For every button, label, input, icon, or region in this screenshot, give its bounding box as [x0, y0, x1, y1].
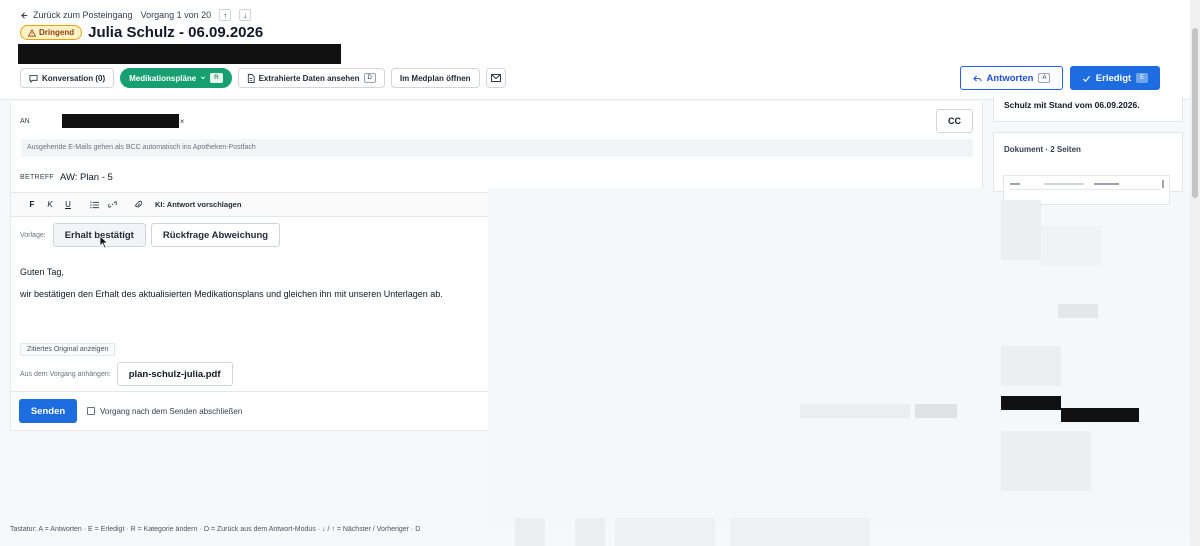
- reply-icon: [972, 74, 982, 83]
- shortcut-e-hint: E: [1136, 73, 1149, 83]
- reply-button[interactable]: Antworten A: [960, 66, 1063, 90]
- summary-card: Schulz mit Stand vom 06.09.2026.: [993, 96, 1183, 122]
- urgent-badge: Dringend: [20, 25, 83, 40]
- conversation-button[interactable]: Konversation (0): [20, 68, 115, 88]
- redacted-block: [1061, 408, 1139, 422]
- case-counter: Vorgang 1 von 20: [140, 10, 212, 20]
- keyboard-shortcuts-hint: Tastatur: A = Antworten · E = Erledigt ·…: [10, 526, 421, 533]
- document-icon: [247, 73, 255, 83]
- attach-label: Aus dem Vorgang anhängen:: [20, 370, 111, 378]
- pixelated-block: [1058, 304, 1098, 318]
- paperclip-icon[interactable]: [129, 200, 147, 209]
- scrollbar-thumb[interactable]: [1192, 28, 1198, 198]
- pixelated-block: [800, 404, 910, 418]
- body-text[interactable]: wir bestätigen den Erhalt des aktualisie…: [20, 289, 443, 299]
- redacted-block: [18, 44, 341, 64]
- pixelated-block: [730, 518, 870, 546]
- pixelated-block: [1001, 431, 1091, 491]
- shortcut-a-hint: A: [1038, 73, 1051, 83]
- shortcut-d-hint: D: [363, 73, 376, 83]
- italic-button[interactable]: K: [41, 200, 59, 209]
- redacted-recipient: [61, 114, 179, 128]
- pixelated-block: [515, 518, 545, 546]
- next-case-button[interactable]: ↓: [239, 9, 252, 21]
- link-icon[interactable]: [103, 200, 121, 209]
- cc-button[interactable]: CC: [936, 109, 973, 133]
- show-quoted-original-button[interactable]: Zitiertes Original anzeigen: [20, 343, 116, 356]
- chevron-down-icon: [200, 75, 206, 81]
- attachment-row: Aus dem Vorgang anhängen: plan-schulz-ju…: [20, 362, 233, 386]
- mouse-cursor-icon: [99, 235, 109, 249]
- page-title: Julia Schulz - 06.09.2026: [88, 24, 264, 41]
- title-row: Dringend Julia Schulz - 06.09.2026: [20, 24, 263, 41]
- redacted-block: [1001, 396, 1061, 410]
- subject-label: BETREFF: [20, 174, 54, 181]
- pixelated-block: [1001, 346, 1061, 386]
- medication-plans-label: Medikationspläne: [129, 73, 197, 83]
- recipient-row: AN ×: [20, 114, 184, 128]
- template-label: Vorlage:: [20, 231, 46, 239]
- bold-button[interactable]: F: [23, 200, 41, 209]
- pixelated-block: [575, 518, 605, 546]
- summary-text: Schulz mit Stand vom 06.09.2026.: [1004, 100, 1140, 110]
- case-action-bar: Konversation (0) Medikationspläne R Extr…: [20, 68, 506, 88]
- extracted-data-button[interactable]: Extrahierte Daten ansehen D: [237, 68, 385, 88]
- attachment-file-button[interactable]: plan-schulz-julia.pdf: [116, 362, 233, 386]
- template-row: Vorlage: Erhalt bestätigt Rückfrage Abwe…: [20, 223, 281, 247]
- open-in-medplan-button[interactable]: Im Medplan öffnen: [390, 68, 480, 88]
- reply-label: Antworten: [986, 72, 1034, 84]
- shortcut-r-hint: R: [210, 73, 223, 83]
- pixelated-block: [615, 518, 715, 546]
- pixelated-block: [1041, 226, 1101, 266]
- primary-actions: Antworten A Erledigt E: [960, 66, 1160, 90]
- done-label: Erledigt: [1095, 72, 1132, 84]
- pixelated-block: [915, 404, 957, 418]
- conversation-label: Konversation (0): [42, 73, 106, 83]
- remove-recipient-icon[interactable]: ×: [180, 117, 185, 126]
- warning-icon: [28, 28, 36, 37]
- urgent-badge-label: Dringend: [39, 28, 75, 37]
- previous-case-button[interactable]: ↑: [219, 9, 232, 21]
- nav-row: Zurück zum Posteingang Vorgang 1 von 20 …: [20, 9, 252, 21]
- body-greeting[interactable]: Guten Tag,: [20, 267, 64, 277]
- send-button[interactable]: Senden: [19, 399, 77, 423]
- extracted-data-label: Extrahierte Daten ansehen: [258, 73, 360, 83]
- back-label: Zurück zum Posteingang: [33, 10, 133, 20]
- ai-suggest-reply-button[interactable]: KI: Antwort vorschlagen: [155, 200, 241, 209]
- close-after-send-label: Vorgang nach dem Senden abschließen: [100, 406, 243, 416]
- medication-plans-button[interactable]: Medikationspläne R: [120, 68, 232, 88]
- document-title: Dokument · 2 Seiten: [1004, 145, 1081, 154]
- template-query-deviation-button[interactable]: Rückfrage Abweichung: [150, 223, 281, 247]
- back-to-inbox-link[interactable]: Zurück zum Posteingang: [20, 10, 133, 20]
- document-card: Dokument · 2 Seiten: [993, 132, 1183, 205]
- done-button[interactable]: Erledigt E: [1070, 66, 1160, 90]
- subject-row: BETREFF AW: Plan - 5: [20, 172, 113, 183]
- chat-icon: [29, 74, 38, 83]
- underline-button[interactable]: U: [59, 200, 77, 209]
- mail-icon: [490, 74, 501, 82]
- close-after-send-checkbox[interactable]: [87, 407, 95, 415]
- close-after-send-option[interactable]: Vorgang nach dem Senden abschließen: [87, 407, 242, 416]
- arrow-left-icon: [20, 11, 29, 20]
- email-button[interactable]: [485, 68, 506, 88]
- to-label: AN: [20, 117, 30, 125]
- pixelated-block: [1001, 200, 1041, 260]
- list-icon[interactable]: [85, 201, 103, 209]
- page-scrollbar[interactable]: [1190, 0, 1200, 546]
- check-icon: [1082, 74, 1091, 83]
- document-sidebar: Schulz mit Stand vom 06.09.2026. Dokumen…: [993, 96, 1183, 491]
- bcc-notice: Ausgehende E-Mails gehen als BCC automat…: [21, 139, 973, 157]
- case-header: Zurück zum Posteingang Vorgang 1 von 20 …: [0, 0, 1190, 100]
- subject-input[interactable]: AW: Plan - 5: [60, 172, 113, 183]
